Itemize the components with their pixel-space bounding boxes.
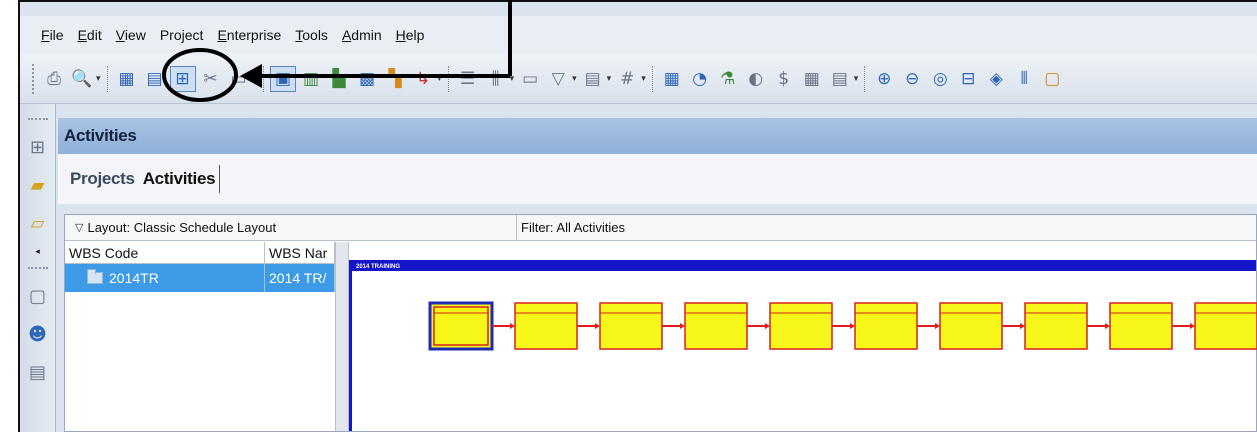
steps-icon[interactable]: ▚ [382,66,408,92]
print-preview-icon[interactable]: 🔍 [69,66,95,92]
application-window: File Edit View Project Enterprise Tools Admin H… [18,0,1257,432]
network-diagram[interactable] [352,271,1257,432]
relationships-icon[interactable]: ↳ [410,66,436,92]
columns-icon[interactable]: ⫼ [483,66,509,92]
menu-item-0[interactable]: File [34,27,71,43]
table-row[interactable]: 2014TR [65,264,265,292]
menu-item-4[interactable]: Enterprise [210,27,288,43]
toolbar-separator [651,65,654,92]
rail-expand-icon[interactable]: ◂ [35,246,40,257]
pane-splitter[interactable] [335,242,349,431]
bars-icon[interactable]: ▭ [517,66,543,92]
toolbar-grip[interactable] [32,63,36,94]
cut-icon[interactable]: ✂ [198,66,224,92]
level-icon[interactable]: ◔ [687,66,713,92]
user-icon[interactable]: ☻ [27,322,49,346]
network-view-icon[interactable]: ⊞ [169,65,196,92]
menu-item-3[interactable]: Project [153,27,211,43]
page-title: Activities [58,118,1257,154]
collapse-icon[interactable]: ▽ [75,221,83,234]
activity-box[interactable] [1194,302,1257,350]
rail-grip[interactable] [27,118,48,122]
toolbar-separator [447,65,450,92]
row-wbs-code: 2014TR [109,270,159,286]
number-icon[interactable]: # [614,66,640,92]
activity-box[interactable] [1024,302,1088,350]
dropdown-icon[interactable]: ▾ [510,73,515,84]
activities-content: ▽ Layout: Classic Schedule Layout Filter… [64,214,1257,432]
group-sort-icon[interactable]: ▤ [580,66,606,92]
split-icon[interactable]: ⊟ [955,66,981,92]
column-header-wbs-code[interactable]: WBS Code [65,242,265,264]
diamond-icon[interactable]: ◈ [983,66,1009,92]
activity-box[interactable] [514,302,578,350]
column-header-wbs-name[interactable]: WBS Nar [265,242,335,264]
dropdown-icon[interactable]: ▾ [253,73,258,84]
menu-item-1[interactable]: Edit [71,27,109,43]
toolbar-separator [106,65,109,92]
zoom-in-icon[interactable]: ⊕ [871,66,897,92]
filter-icon[interactable]: ▽ [545,66,571,92]
codes-icon[interactable]: ▩ [354,66,380,92]
notes-icon[interactable]: ▢ [1039,66,1065,92]
document-icon[interactable]: ▤ [27,360,49,384]
toolbar: ⎙ 🔍 ▾ ▦ ▤ ⊞ ✂ ▭ ▾ ▣ ▥ ▙ ▩ ▚ ↳ ▾ ☰ ⫼ ▾ ▭ ▽ ▾ ▤… [20,54,1257,104]
print-icon[interactable]: ⎙ [41,66,67,92]
gantt-icon[interactable]: ▤ [142,66,168,92]
activity-box[interactable] [854,302,918,350]
dropdown-icon[interactable]: ▾ [607,73,612,84]
rail-grip[interactable] [27,267,48,271]
activity-box[interactable] [599,302,663,350]
menu-item-5[interactable]: Tools [288,27,335,43]
toolbar-separator [263,65,265,92]
dropdown-icon[interactable]: ▾ [96,73,101,84]
zoom-fit-icon[interactable]: ◎ [927,66,953,92]
close-project-icon[interactable]: ▱ [27,211,49,235]
open-project-icon[interactable]: ▰ [27,173,49,197]
tab-strip: Projects Activities [58,154,1257,204]
blank-icon[interactable]: ▢ [27,284,49,308]
budget-icon[interactable]: $ [771,66,797,92]
activity-details-icon[interactable]: ▣ [270,65,297,92]
tab-projects[interactable]: Projects [66,165,139,193]
dropdown-icon[interactable]: ▾ [572,73,577,84]
zoom-out-icon[interactable]: ⊖ [899,66,925,92]
dropdown-icon[interactable]: ▾ [641,73,646,84]
layout-selector[interactable]: ▽ Layout: Classic Schedule Layout [65,215,517,241]
summarize-icon[interactable]: ⚗ [715,66,741,92]
resources-icon[interactable]: ▙ [326,66,352,92]
menu-item-2[interactable]: View [109,27,153,43]
dropdown-icon[interactable]: ▾ [437,73,442,84]
activity-network-view[interactable]: 2014 TRAINING [349,260,1257,432]
menu-bar: File Edit View Project Enterprise Tools Admin H… [20,16,1257,54]
store-period-icon[interactable]: ◐ [743,66,769,92]
format-icon[interactable]: ☰ [455,66,481,92]
left-navigation-rail: ⊞ ▰ ▱ ◂ ▢ ☻ ▤ [20,104,56,432]
row-wbs-name[interactable]: 2014 TR/ [265,264,335,292]
activity-box[interactable] [1109,302,1173,350]
paste-icon[interactable]: ▭ [226,66,252,92]
wbs-icon[interactable]: ▥ [298,66,324,92]
tab-activities[interactable]: Activities [139,165,221,193]
calendar-icon[interactable]: ▦ [799,66,825,92]
menu-item-7[interactable]: Help [389,27,432,43]
new-icon[interactable]: ⊞ [27,135,49,159]
filter-label[interactable]: Filter: All Activities [517,215,1256,241]
menu-item-6[interactable]: Admin [335,27,389,43]
folder-icon [87,269,103,284]
toolbar-separator [864,65,866,92]
layout-label: Layout: Classic Schedule Layout [87,220,277,235]
activity-box[interactable] [428,301,494,351]
activity-box[interactable] [684,302,748,350]
schedule-icon[interactable]: ▦ [659,66,685,92]
activity-box[interactable] [939,302,1003,350]
layout-icon[interactable]: ▤ [827,66,853,92]
network-title: 2014 TRAINING [352,263,1256,271]
table-view-icon[interactable]: ▦ [114,66,140,92]
dropdown-icon[interactable]: ▾ [854,73,859,84]
columns-panel-icon[interactable]: ⫴ [1011,66,1037,92]
activity-box[interactable] [769,302,833,350]
